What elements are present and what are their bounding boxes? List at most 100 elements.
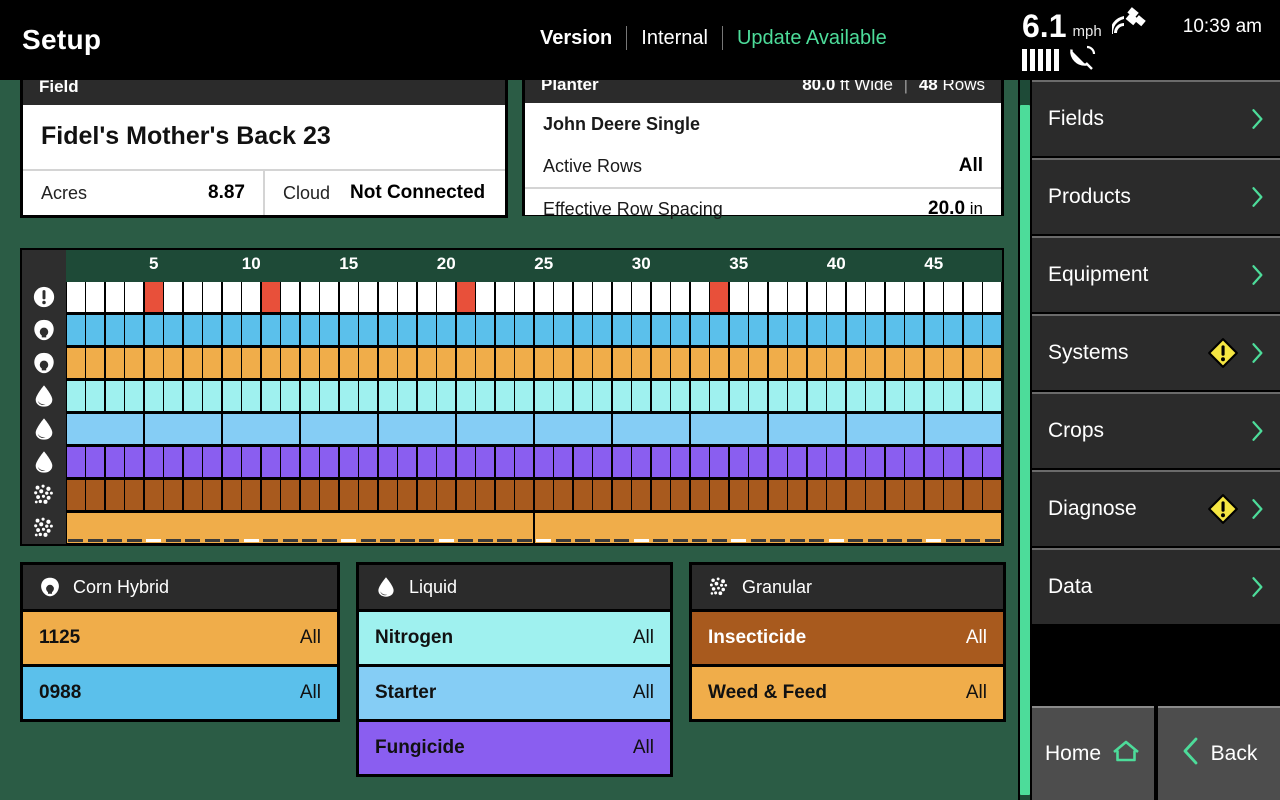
row-cell[interactable]: [359, 480, 377, 510]
row-cell[interactable]: [905, 315, 923, 345]
row-cell[interactable]: [983, 282, 1001, 312]
row-cell[interactable]: [574, 348, 592, 378]
row-cell[interactable]: [847, 414, 923, 444]
row-cell[interactable]: [827, 348, 845, 378]
row-cell[interactable]: [340, 282, 358, 312]
row-cell[interactable]: [964, 282, 982, 312]
row-cell[interactable]: [164, 348, 182, 378]
row-cell[interactable]: [359, 447, 377, 477]
row-cell[interactable]: [613, 315, 631, 345]
row-band-hybrid-1125[interactable]: [66, 348, 1002, 378]
row-cell[interactable]: [67, 381, 85, 411]
row-cell[interactable]: [398, 282, 416, 312]
row-cell[interactable]: [691, 447, 709, 477]
row-cell[interactable]: [886, 348, 904, 378]
row-cell[interactable]: [67, 348, 85, 378]
sidebar-scroll-thumb[interactable]: [1020, 105, 1030, 795]
row-cell[interactable]: [691, 480, 709, 510]
row-cell[interactable]: [905, 282, 923, 312]
row-cell[interactable]: [223, 414, 299, 444]
row-cell[interactable]: [184, 315, 202, 345]
row-cell[interactable]: [691, 282, 709, 312]
row-cell[interactable]: [905, 348, 923, 378]
row-cell[interactable]: [145, 348, 163, 378]
row-cell[interactable]: [262, 480, 280, 510]
row-cell[interactable]: [457, 315, 475, 345]
row-cell[interactable]: [515, 480, 533, 510]
row-cell[interactable]: [905, 447, 923, 477]
row-cell[interactable]: [145, 480, 163, 510]
row-cell[interactable]: [769, 447, 787, 477]
row-cell[interactable]: [320, 480, 338, 510]
row-cell[interactable]: [671, 381, 689, 411]
row-cell[interactable]: [457, 348, 475, 378]
row-cell[interactable]: [769, 381, 787, 411]
row-cell[interactable]: [457, 480, 475, 510]
row-cell[interactable]: [223, 348, 241, 378]
row-cell[interactable]: [808, 348, 826, 378]
row-cell[interactable]: [808, 447, 826, 477]
sidebar-item-fields[interactable]: Fields: [1032, 80, 1280, 156]
row-cell[interactable]: [788, 348, 806, 378]
row-cell[interactable]: [691, 315, 709, 345]
row-cell[interactable]: [593, 348, 611, 378]
row-cell[interactable]: [125, 282, 143, 312]
row-cell[interactable]: [964, 447, 982, 477]
row-cell[interactable]: [340, 348, 358, 378]
row-cell[interactable]: [593, 381, 611, 411]
row-cell[interactable]: [437, 447, 455, 477]
row-cell[interactable]: [593, 282, 611, 312]
row-cell[interactable]: [925, 480, 943, 510]
row-cell[interactable]: [398, 348, 416, 378]
row-cell[interactable]: [730, 348, 748, 378]
row-cell[interactable]: [847, 480, 865, 510]
row-cell[interactable]: [749, 315, 767, 345]
row-cell[interactable]: [125, 480, 143, 510]
row-cell[interactable]: [320, 315, 338, 345]
row-cell[interactable]: [983, 447, 1001, 477]
row-cell[interactable]: [905, 480, 923, 510]
row-cell[interactable]: [340, 381, 358, 411]
row-cell[interactable]: [925, 315, 943, 345]
row-cell[interactable]: [281, 315, 299, 345]
row-cell[interactable]: [788, 315, 806, 345]
row-cell[interactable]: [86, 447, 104, 477]
row-cell[interactable]: [593, 447, 611, 477]
row-cell[interactable]: [730, 381, 748, 411]
row-cell[interactable]: [67, 315, 85, 345]
row-cell[interactable]: [145, 414, 221, 444]
row-cell[interactable]: [379, 447, 397, 477]
row-cell[interactable]: [262, 447, 280, 477]
row-cell[interactable]: [749, 282, 767, 312]
row-cell[interactable]: [86, 480, 104, 510]
row-cell[interactable]: [613, 348, 631, 378]
row-cell[interactable]: [925, 348, 943, 378]
row-cell[interactable]: [827, 480, 845, 510]
row-cell[interactable]: [574, 447, 592, 477]
row-cell[interactable]: [886, 447, 904, 477]
row-cell[interactable]: [730, 282, 748, 312]
row-cell[interactable]: [106, 315, 124, 345]
product-item[interactable]: NitrogenAll: [359, 609, 670, 664]
row-cell[interactable]: [574, 282, 592, 312]
row-cell[interactable]: [554, 381, 572, 411]
row-cell[interactable]: [632, 447, 650, 477]
row-cell[interactable]: [827, 282, 845, 312]
row-band-fungicide[interactable]: [66, 447, 1002, 477]
row-visualization-panel[interactable]: 51015202530354045: [20, 248, 1004, 546]
row-cell[interactable]: [515, 381, 533, 411]
row-cell[interactable]: [749, 348, 767, 378]
row-cell[interactable]: [886, 282, 904, 312]
row-cell[interactable]: [983, 381, 1001, 411]
row-cell[interactable]: [613, 480, 631, 510]
planter-card[interactable]: Planter 80.0 ft Wide | 48 Rows John Deer…: [522, 80, 1004, 216]
row-cell[interactable]: [827, 315, 845, 345]
row-cell[interactable]: [515, 348, 533, 378]
row-cell[interactable]: [983, 480, 1001, 510]
row-cell[interactable]: [106, 282, 124, 312]
row-cell[interactable]: [944, 282, 962, 312]
row-cell[interactable]: [242, 348, 260, 378]
row-cell[interactable]: [242, 480, 260, 510]
row-cell[interactable]: [67, 414, 143, 444]
row-cell[interactable]: [593, 315, 611, 345]
